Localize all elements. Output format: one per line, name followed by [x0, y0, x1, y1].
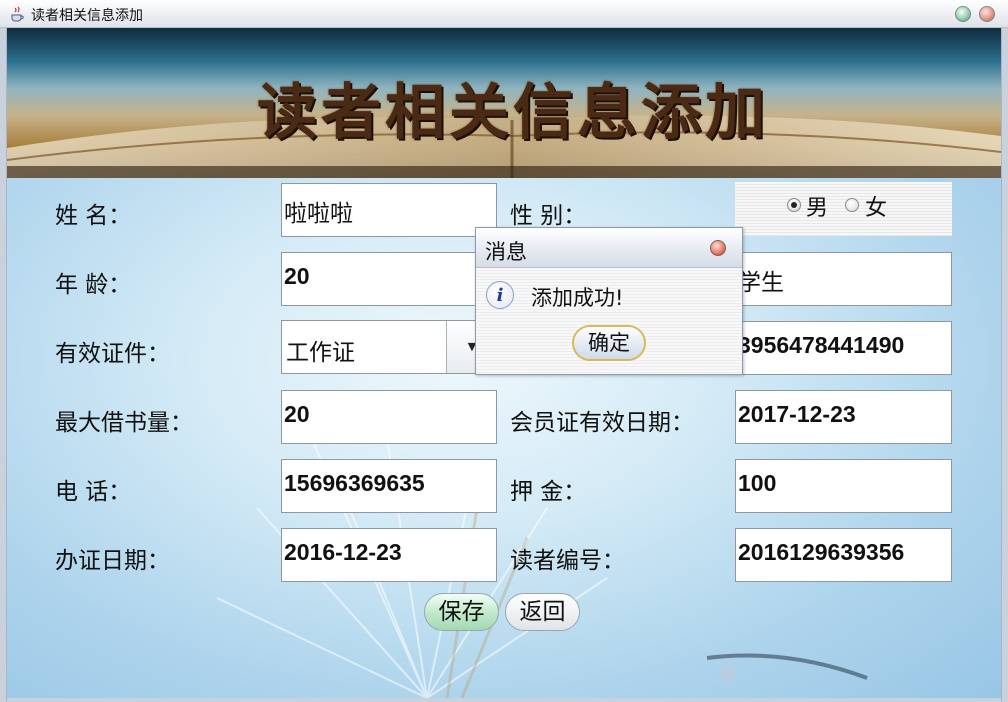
dialog-message: 添加成功! [531, 286, 624, 310]
reader-id-input[interactable]: 2016129639356 [735, 528, 952, 582]
phone-label: 电 话： [55, 479, 132, 505]
max-borrow-label: 最大借书量： [55, 410, 193, 436]
banner-title: 读者相关信息添加 [257, 78, 769, 148]
gender-male-label[interactable]: 男 [806, 190, 828, 222]
back-button[interactable]: 返回 [505, 593, 580, 631]
member-expiry-label: 会员证有效日期： [510, 410, 694, 436]
dialog-body: i 添加成功! 确定 [476, 268, 742, 374]
gender-male-radio[interactable] [787, 198, 801, 212]
message-dialog: 消息 i 添加成功! 确定 [475, 227, 743, 375]
deposit-input[interactable]: 100 [735, 459, 952, 513]
gender-label: 性 别： [510, 203, 587, 229]
age-input[interactable]: 20 [281, 252, 497, 306]
gender-radio-group: 男 女 [735, 182, 952, 236]
dialog-ok-button[interactable]: 确定 [572, 325, 646, 361]
name-input[interactable]: 啦啦啦 [281, 183, 497, 237]
gender-female-radio[interactable] [845, 198, 859, 212]
window-titlebar[interactable]: 读者相关信息添加 [0, 0, 1008, 28]
member-expiry-input[interactable]: 2017-12-23 [735, 390, 952, 444]
dialog-title: 消息 [485, 240, 527, 264]
window-title: 读者相关信息添加 [31, 8, 143, 24]
issue-date-input[interactable]: 2016-12-23 [281, 528, 497, 582]
dialog-titlebar[interactable]: 消息 [476, 228, 742, 268]
save-button[interactable]: 保存 [424, 593, 499, 631]
window-left-border [0, 28, 7, 702]
name-label: 姓 名： [55, 203, 132, 229]
reader-id-label: 读者编号： [510, 548, 625, 574]
max-borrow-input[interactable]: 20 [281, 390, 497, 444]
java-cup-icon [11, 6, 24, 22]
occupation-input[interactable]: 学生 [735, 252, 952, 306]
phone-input[interactable]: 15696369635 [281, 459, 497, 513]
window-bottom-border [7, 698, 1001, 702]
deposit-label: 押 金： [510, 479, 587, 505]
window-right-border [1001, 28, 1008, 702]
age-label: 年 龄： [55, 272, 132, 298]
issue-date-label: 办证日期： [55, 548, 170, 574]
id-type-label: 有效证件： [55, 341, 170, 367]
close-window-button[interactable] [979, 6, 995, 22]
id-type-select[interactable]: 工作证 ▼ [281, 320, 497, 374]
gender-female-label[interactable]: 女 [865, 190, 887, 222]
id-type-selected-value: 工作证 [286, 340, 355, 366]
id-number-input[interactable]: 3956478441490 [735, 321, 952, 375]
header-banner: 读者相关信息添加 [7, 28, 1001, 178]
minimize-button[interactable] [955, 6, 971, 22]
dialog-close-button[interactable] [710, 240, 726, 256]
info-icon: i [486, 281, 514, 309]
